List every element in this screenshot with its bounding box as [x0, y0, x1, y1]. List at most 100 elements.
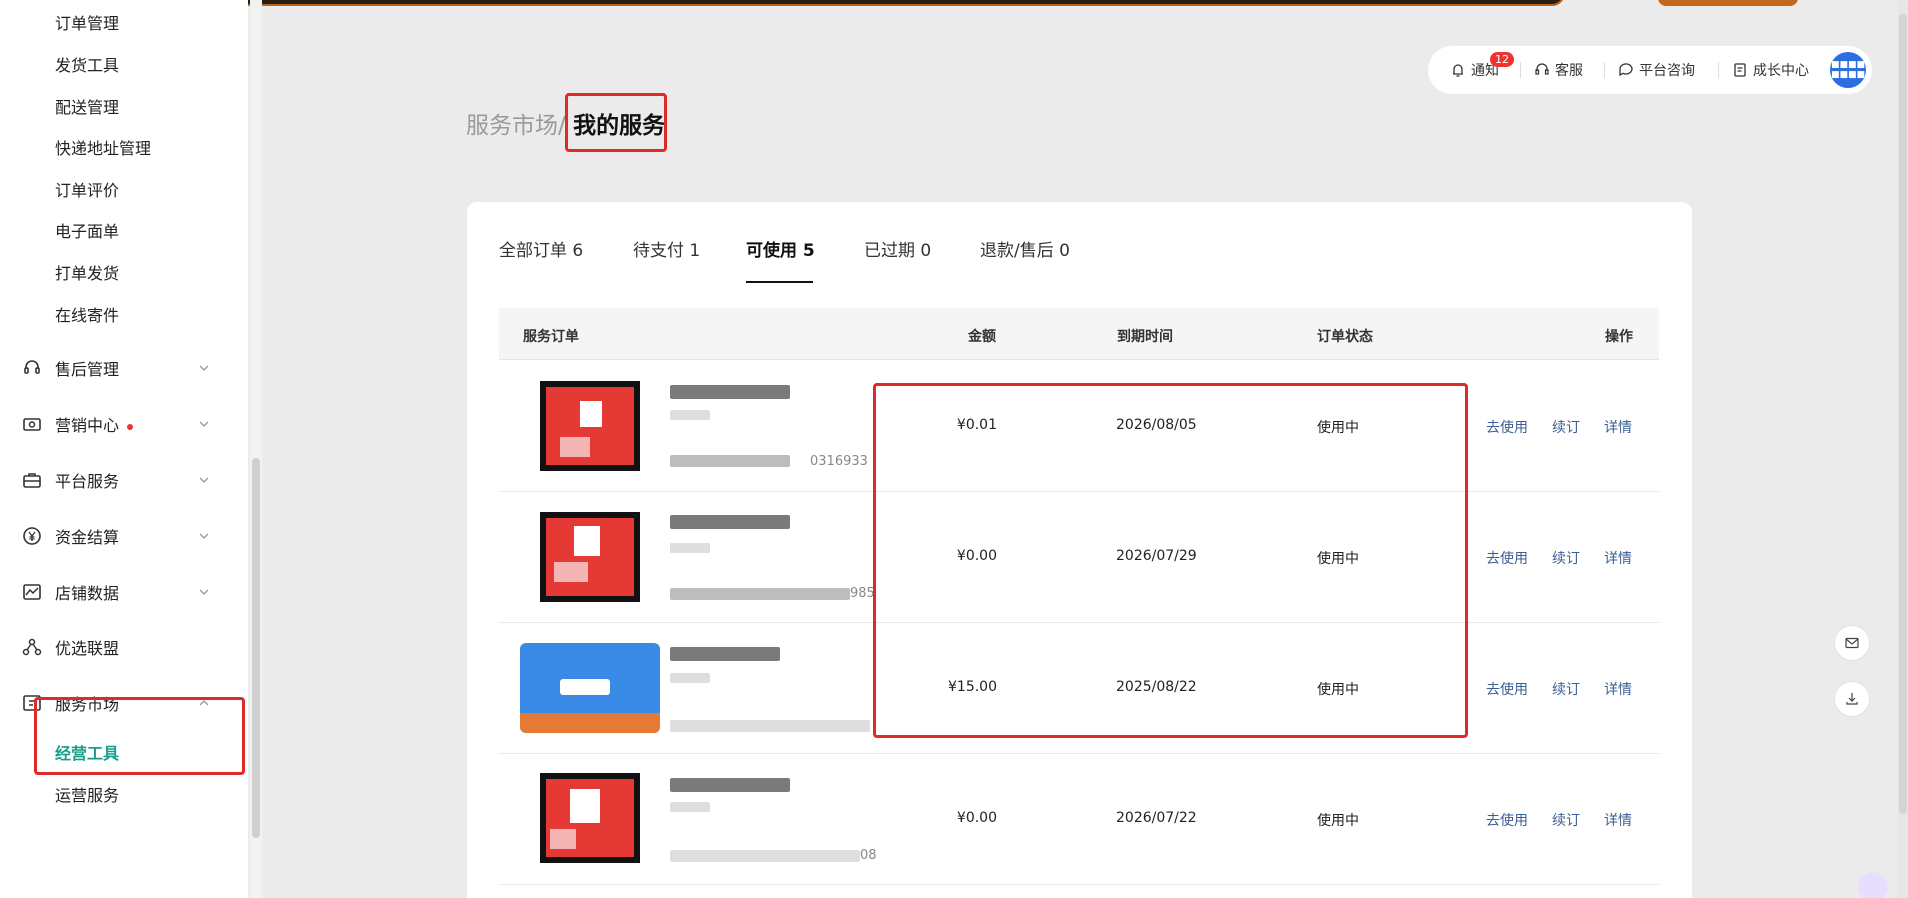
- chart-icon: [23, 584, 41, 600]
- yen-icon: [23, 527, 41, 545]
- service-thumbnail[interactable]: [540, 512, 640, 602]
- redacted-text: [670, 778, 790, 792]
- detail-link[interactable]: 详情: [1604, 679, 1632, 699]
- header-order: 服务订单: [523, 329, 579, 345]
- growth-center-button[interactable]: 成长中心: [1732, 60, 1809, 80]
- divider: [1604, 62, 1605, 78]
- sidebar-item-alliance[interactable]: 优选联盟: [0, 627, 230, 667]
- growth-label: 成长中心: [1753, 63, 1809, 79]
- active-tab-indicator: [746, 281, 813, 283]
- chat-bubble-icon: [1619, 63, 1633, 77]
- sidebar-item-funds[interactable]: 资金结算: [0, 516, 230, 556]
- sidebar-item-label: 资金结算: [55, 528, 120, 547]
- service-thumbnail[interactable]: [540, 381, 640, 471]
- headset-icon: [24, 360, 40, 374]
- chevron-down-icon: [199, 421, 209, 427]
- expire-cell: 2025/08/22: [1116, 679, 1197, 695]
- chevron-down-icon: [199, 533, 209, 539]
- redacted-text: [670, 410, 710, 420]
- breadcrumb-separator: /: [558, 113, 566, 139]
- renew-link[interactable]: 续订: [1552, 417, 1580, 437]
- row-divider: [499, 753, 1659, 754]
- notification-dot: [127, 423, 134, 430]
- row-divider: [499, 884, 1659, 885]
- amount-cell: ¥0.01: [956, 417, 997, 433]
- tab-refund[interactable]: 退款/售后 0: [980, 236, 1070, 261]
- sidebar-item-marketing[interactable]: 营销中心: [0, 404, 230, 444]
- status-cell: 使用中: [1317, 551, 1359, 567]
- breadcrumb-parent[interactable]: 服务市场: [466, 113, 558, 139]
- platform-consult-button[interactable]: 平台咨询: [1618, 60, 1695, 80]
- sidebar-scroll-thumb[interactable]: [252, 458, 260, 838]
- headset-icon: [1535, 63, 1549, 75]
- sidebar-item-aftersale[interactable]: 售后管理: [0, 348, 230, 388]
- sidebar-subitem[interactable]: 订单评价: [55, 177, 119, 201]
- redacted-text: [670, 543, 710, 553]
- divider: [1718, 62, 1719, 78]
- chevron-up-icon: [199, 700, 209, 706]
- page-scrollbar[interactable]: [1898, 0, 1908, 898]
- redacted-text: [670, 720, 870, 732]
- download-button[interactable]: [1834, 681, 1870, 717]
- tab-all-orders[interactable]: 全部订单 6: [499, 236, 583, 261]
- sidebar-subitem[interactable]: 电子面单: [55, 218, 119, 242]
- expire-cell: 2026/08/05: [1116, 417, 1197, 433]
- use-link[interactable]: 去使用: [1486, 810, 1528, 830]
- use-link[interactable]: 去使用: [1486, 679, 1528, 699]
- service-thumbnail[interactable]: [520, 643, 660, 733]
- top-right-tab[interactable]: [1658, 0, 1798, 6]
- chevron-down-icon: [199, 477, 209, 483]
- sidebar-subitem-tools[interactable]: 经营工具: [55, 740, 119, 764]
- sidebar-item-platform[interactable]: 平台服务: [0, 460, 230, 500]
- tab-usable[interactable]: 可使用 5: [746, 236, 815, 261]
- customer-service-button[interactable]: 客服: [1534, 60, 1583, 80]
- divider: [1520, 62, 1521, 78]
- table-header: [499, 308, 1659, 360]
- avatar[interactable]: ■■■■ ■■■■: [1828, 50, 1868, 90]
- sidebar-subitem[interactable]: 订单管理: [55, 10, 119, 34]
- header-expire: 到期时间: [1117, 329, 1173, 345]
- sidebar-item-label: 店铺数据: [55, 584, 120, 603]
- expire-cell: 2026/07/29: [1116, 548, 1197, 564]
- sidebar-subitem[interactable]: 发货工具: [55, 52, 119, 76]
- consult-label: 平台咨询: [1639, 63, 1695, 79]
- amount-cell: ¥0.00: [956, 810, 997, 826]
- network-icon: [22, 638, 42, 656]
- use-link[interactable]: 去使用: [1486, 548, 1528, 568]
- service-thumbnail[interactable]: [540, 773, 640, 863]
- detail-link[interactable]: 详情: [1604, 417, 1632, 437]
- use-link[interactable]: 去使用: [1486, 417, 1528, 437]
- sidebar-subitem[interactable]: 在线寄件: [55, 302, 119, 326]
- sidebar-subitem[interactable]: 配送管理: [55, 94, 119, 118]
- order-id-tail: 0316933: [810, 454, 868, 469]
- top-search-bar[interactable]: [110, 0, 1565, 6]
- redacted-text: [670, 673, 710, 683]
- market-icon: [23, 695, 41, 711]
- sidebar-subitem-ops[interactable]: 运营服务: [55, 782, 119, 806]
- sidebar-item-label: 服务市场: [55, 695, 120, 714]
- mail-button[interactable]: [1834, 625, 1870, 661]
- document-icon: [1734, 63, 1746, 77]
- order-id-tail: 985: [850, 586, 875, 601]
- assistant-icon[interactable]: [1858, 872, 1888, 898]
- renew-link[interactable]: 续订: [1552, 679, 1580, 699]
- row-divider: [499, 491, 1659, 492]
- renew-link[interactable]: 续订: [1552, 548, 1580, 568]
- sidebar-subitem[interactable]: 打单发货: [55, 260, 119, 284]
- sidebar-item-service-market[interactable]: 服务市场: [0, 683, 230, 723]
- detail-link[interactable]: 详情: [1604, 548, 1632, 568]
- redacted-text: [670, 588, 850, 600]
- tab-expired[interactable]: 已过期 0: [864, 236, 931, 261]
- sidebar: 订单管理 发货工具 配送管理 快递地址管理 订单评价 电子面单 打单发货 在线寄…: [0, 0, 262, 898]
- sidebar-item-store-data[interactable]: 店铺数据: [0, 572, 230, 612]
- renew-link[interactable]: 续订: [1552, 810, 1580, 830]
- tab-pending-payment[interactable]: 待支付 1: [633, 236, 700, 261]
- sidebar-subitem[interactable]: 快递地址管理: [55, 135, 151, 159]
- redacted-text: [670, 515, 790, 529]
- detail-link[interactable]: 详情: [1604, 810, 1632, 830]
- status-cell: 使用中: [1317, 420, 1359, 436]
- sidebar-item-label: 营销中心: [55, 412, 134, 436]
- download-icon: [1846, 693, 1858, 705]
- sidebar-item-label: 优选联盟: [55, 639, 120, 658]
- amount-cell: ¥0.00: [956, 548, 997, 564]
